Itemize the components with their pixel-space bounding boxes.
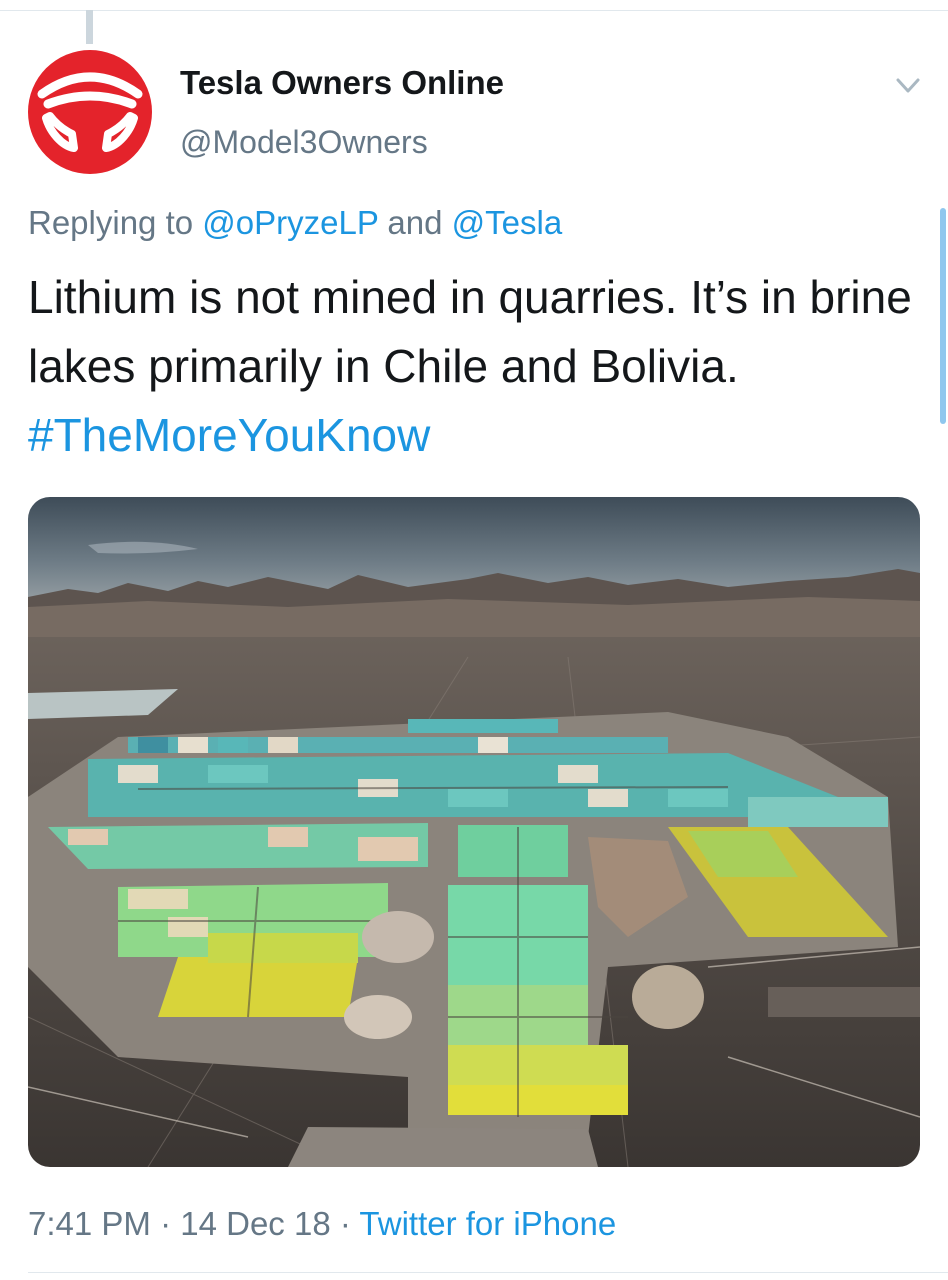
reply-mention-tesla[interactable]: @Tesla [452,204,563,241]
bottom-divider [28,1272,948,1273]
tweet-menu-button[interactable] [892,72,924,100]
steering-wheel-icon [37,72,143,152]
top-divider [0,10,948,11]
tweet-body: Lithium is not mined in quarries. It’s i… [28,271,912,392]
author-handle[interactable]: @Model3Owners [180,124,428,161]
scroll-indicator[interactable] [940,208,946,424]
reply-mention-opryzelp[interactable]: @oPryzeLP [202,204,378,241]
thread-connector-line [86,10,93,44]
tweet-photo[interactable] [28,497,920,1167]
lithium-brine-ponds-photo [28,497,920,1167]
author-name[interactable]: Tesla Owners Online [180,64,504,102]
avatar[interactable] [28,50,152,174]
meta-separator: · [150,1205,181,1242]
replying-and: and [378,204,452,241]
tweet-source-link[interactable]: Twitter for iPhone [359,1205,616,1242]
replying-prefix: Replying to [28,204,203,241]
replying-to-line: Replying to @oPryzeLP and @Tesla [28,204,562,242]
hashtag-link[interactable]: #TheMoreYouKnow [28,409,430,461]
tweet-time[interactable]: 7:41 PM [28,1205,151,1242]
tweet-date[interactable]: 14 Dec 18 [180,1205,330,1242]
tweet-text: Lithium is not mined in quarries. It’s i… [28,263,918,470]
chevron-down-icon [896,78,920,93]
tweet-timestamp-line: 7:41 PM · 14 Dec 18 · Twitter for iPhone [28,1205,616,1243]
meta-separator-2: · [330,1205,360,1242]
